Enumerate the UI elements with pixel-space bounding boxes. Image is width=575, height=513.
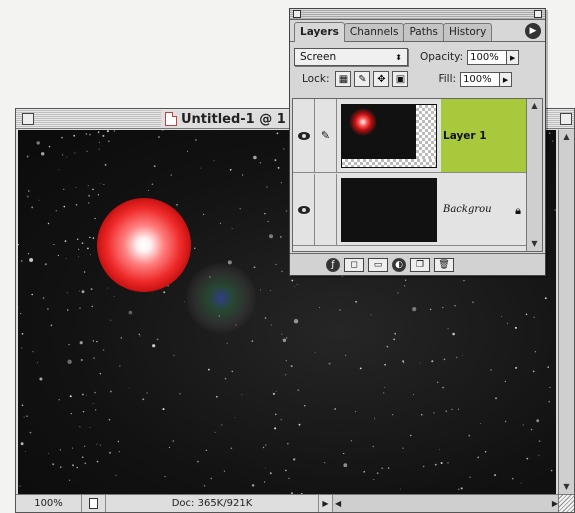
tab-paths[interactable]: Paths [403, 23, 444, 41]
layer-name-cell[interactable]: Backgrou 🔒︎ [441, 174, 527, 245]
brush-icon[interactable]: ✎ [315, 99, 337, 172]
scroll-down-arrow-icon[interactable]: ▼ [527, 237, 542, 251]
lock-label: Lock: [302, 73, 330, 85]
new-set-folder-icon[interactable]: ▭ [368, 257, 388, 272]
document-size-info: Doc: 365K/921K [106, 495, 319, 512]
transparency-checker [342, 158, 436, 167]
layer-row[interactable]: Backgrou 🔒︎ [293, 174, 527, 246]
palette-close-icon[interactable] [293, 10, 301, 18]
lock-position-move-icon[interactable]: ✥ [373, 71, 390, 87]
vertical-scrollbar[interactable]: ▲ ▼ [558, 130, 574, 494]
blend-opacity-row: Screen ⬍ Opacity: 100% ▶ [290, 46, 545, 68]
scroll-down-arrow-icon[interactable]: ▼ [559, 480, 574, 494]
status-menu-arrow-icon[interactable]: ▶ [319, 495, 333, 512]
select-arrows-icon: ⬍ [395, 52, 402, 62]
layers-palette: Layers Channels Paths History ▶ Screen ⬍… [289, 8, 546, 276]
adjustment-layer-icon[interactable]: ◐ [392, 257, 406, 272]
eye-icon[interactable] [293, 174, 315, 245]
layer-name[interactable]: Layer 1 [441, 99, 527, 172]
lock-transparency-icon[interactable]: ▦ [335, 71, 352, 87]
scroll-up-arrow-icon[interactable]: ▲ [559, 130, 574, 144]
layer-thumbnail-wrap [337, 99, 441, 172]
lock-icon: 🔒︎ [515, 204, 521, 217]
scroll-left-arrow-icon[interactable]: ◀ [335, 495, 341, 512]
layer-list: ✎ Layer 1 Backgrou 🔒︎ ▲ ▼ [292, 98, 543, 252]
blend-mode-select[interactable]: Screen ⬍ [294, 48, 408, 66]
layer-thumbnail-wrap [337, 174, 441, 245]
tab-history[interactable]: History [442, 23, 493, 41]
opacity-arrow-icon[interactable]: ▶ [507, 49, 520, 65]
document-status-icon[interactable] [82, 495, 106, 512]
opacity-label: Opacity: [420, 51, 464, 63]
add-mask-icon[interactable]: ◻ [344, 257, 364, 272]
layer-thumbnail [341, 103, 437, 168]
layer-name: Backgrou [443, 204, 492, 215]
eye-icon[interactable] [293, 99, 315, 172]
palette-tabs: Layers Channels Paths History ▶ [290, 20, 545, 42]
flare-halo [186, 263, 256, 333]
document-title: Untitled-1 @ 1 [181, 111, 286, 127]
lock-all-icon[interactable]: ▣ [392, 71, 409, 87]
fill-field[interactable]: 100% [460, 71, 501, 87]
blend-mode-value: Screen [300, 51, 337, 63]
layer-thumbnail [341, 177, 437, 242]
close-box-icon[interactable] [22, 113, 34, 125]
palette-menu-icon[interactable]: ▶ [525, 23, 541, 39]
layer-list-scrollbar[interactable]: ▲ ▼ [526, 99, 542, 251]
link-slot[interactable] [315, 174, 337, 245]
red-lens-flare [97, 198, 191, 292]
palette-footer: ƒ ◻ ▭ ◐ ❐ 🗑︎ [290, 253, 545, 275]
zoom-box-icon[interactable] [560, 113, 572, 125]
document-title-area: Untitled-1 @ 1 [161, 110, 292, 128]
palette-titlebar[interactable] [290, 9, 545, 20]
scroll-up-arrow-icon[interactable]: ▲ [527, 99, 542, 113]
lock-fill-row: Lock: ▦ ✎ ✥ ▣ Fill: 100% ▶ [290, 68, 545, 90]
fill-arrow-icon[interactable]: ▶ [500, 71, 513, 87]
palette-collapse-icon[interactable] [534, 10, 542, 18]
lock-pixels-brush-icon[interactable]: ✎ [354, 71, 371, 87]
resize-grip-icon[interactable] [558, 494, 574, 512]
horizontal-scrollbar[interactable]: ◀ ▶ [333, 495, 560, 512]
layer-style-icon[interactable]: ƒ [326, 257, 340, 272]
fill-label: Fill: [438, 73, 457, 85]
status-bar: 100% Doc: 365K/921K ▶ ◀ ▶ [16, 494, 560, 512]
layer-row[interactable]: ✎ Layer 1 [293, 99, 527, 173]
tab-channels[interactable]: Channels [343, 23, 405, 41]
zoom-level-field[interactable]: 100% [16, 495, 82, 512]
tab-layers[interactable]: Layers [294, 22, 345, 42]
trash-icon[interactable]: 🗑︎ [434, 257, 454, 272]
document-icon [165, 112, 177, 126]
new-layer-icon[interactable]: ❐ [410, 257, 430, 272]
opacity-field[interactable]: 100% [467, 49, 508, 65]
